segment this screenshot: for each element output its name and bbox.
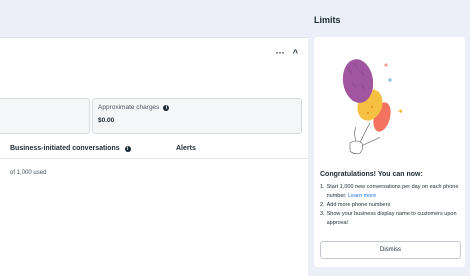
stat-box-left bbox=[0, 98, 90, 134]
congrats-heading: Congratulations! You can now: bbox=[320, 171, 423, 178]
balloons-illustration bbox=[342, 59, 403, 154]
col-alerts-label: Alerts bbox=[176, 145, 196, 152]
dismiss-button[interactable]: Dismiss bbox=[320, 241, 461, 259]
approximate-charges-label: Approximate charges bbox=[98, 104, 160, 111]
limits-title: Limits bbox=[314, 15, 341, 25]
info-icon[interactable]: i bbox=[163, 104, 170, 111]
benefit-3-text: Show your business display name to custo… bbox=[326, 211, 457, 226]
limits-card: Congratulations! You can now: 1. Start 1… bbox=[314, 37, 465, 267]
benefit-1-text: Start 1,000 new conversations per day on… bbox=[326, 184, 459, 199]
approximate-charges-box: Approximate charges i $0.00 bbox=[92, 98, 302, 134]
list-item: 3. Show your business display name to cu… bbox=[320, 210, 464, 228]
list-item: 1. Start 1,000 new conversations per day… bbox=[320, 184, 459, 199]
approximate-charges-label-wrap: Approximate charges i bbox=[98, 104, 170, 111]
usage-text: of 1,000 used bbox=[10, 170, 47, 176]
col-business-initiated: Business-initiated conversations i bbox=[10, 145, 131, 152]
card-menu: ··· ^ bbox=[276, 48, 298, 58]
more-options-icon[interactable]: ··· bbox=[276, 48, 285, 58]
collapse-icon[interactable]: ^ bbox=[293, 48, 298, 58]
col-business-label: Business-initiated conversations bbox=[10, 145, 120, 152]
approximate-charges-value: $0.00 bbox=[98, 117, 115, 124]
col-alerts: Alerts bbox=[176, 145, 196, 152]
info-icon[interactable]: i bbox=[124, 145, 131, 152]
table-header: Business-initiated conversations i Alert… bbox=[0, 142, 308, 159]
learn-more-link[interactable]: Learn more bbox=[348, 193, 376, 199]
benefit-2-text: Add more phone numbers bbox=[326, 202, 391, 208]
benefits-list: 1. Start 1,000 new conversations per day… bbox=[320, 183, 464, 228]
list-item: 2. Add more phone numbers bbox=[320, 202, 391, 208]
overview-card: ··· ^ Approximate charges i $0.00 Busine… bbox=[0, 37, 308, 276]
